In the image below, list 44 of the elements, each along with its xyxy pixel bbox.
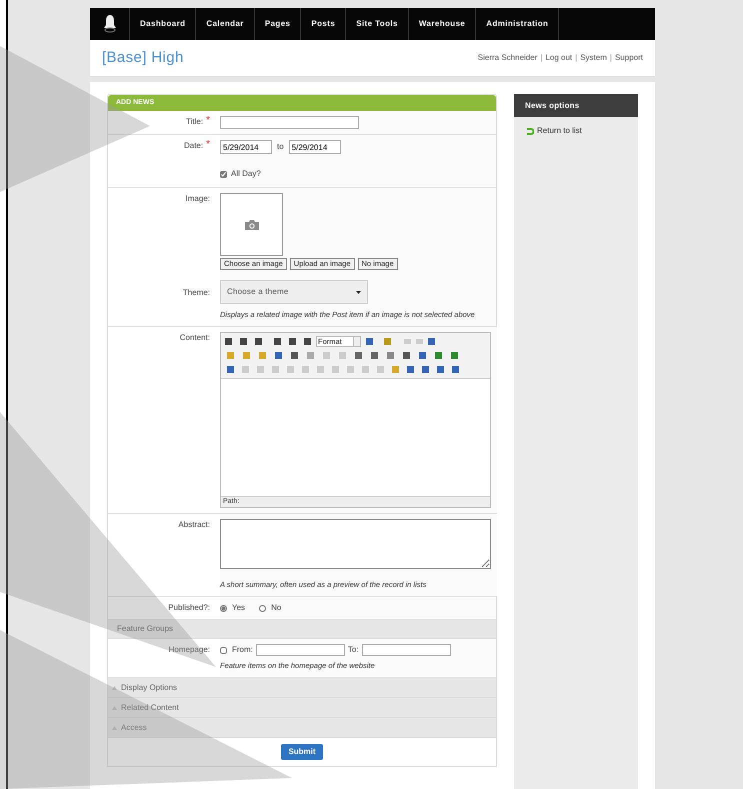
sidebar-title: News options	[514, 94, 638, 117]
submit-button[interactable]: Submit	[281, 744, 323, 760]
radio-button[interactable]	[259, 604, 266, 612]
field-label: Homepage:	[168, 644, 210, 656]
field-label: To:	[348, 644, 359, 656]
site-title: [Base] High	[102, 48, 184, 68]
header-link[interactable]: Log out	[545, 52, 572, 64]
radio-label: Yes	[232, 602, 246, 614]
date-field[interactable]: 5/29/2014	[220, 140, 272, 154]
abstract-field[interactable]	[220, 519, 491, 569]
bell-icon[interactable]	[102, 14, 118, 34]
collapsible-section[interactable]: Related Content	[108, 698, 496, 718]
radio-label: No	[271, 602, 282, 614]
header-link[interactable]: Support	[614, 52, 643, 64]
separator: |	[540, 52, 542, 64]
section-header: Feature Groups	[108, 620, 496, 639]
required-mark: *	[206, 116, 210, 126]
caret-icon	[356, 290, 361, 294]
field-label: Content:	[180, 332, 210, 344]
field-label: Title:	[186, 116, 204, 128]
header-link[interactable]: Sierra Schneider	[478, 52, 538, 64]
to-field[interactable]	[362, 644, 451, 656]
theme-dropdown[interactable]: Choose a theme	[220, 280, 368, 304]
radio-button[interactable]	[220, 604, 227, 612]
separator: |	[575, 52, 578, 64]
field-label: From:	[232, 644, 253, 656]
date-field[interactable]: 5/29/2014	[288, 140, 341, 154]
field-label: Date:	[184, 140, 204, 152]
field-label: Theme:	[182, 287, 210, 299]
all-day-checkbox[interactable]	[220, 170, 227, 178]
required-mark: *	[206, 140, 210, 150]
homepage-checkbox[interactable]	[220, 646, 227, 654]
from-field[interactable]	[256, 644, 345, 656]
date-separator: to	[277, 141, 284, 153]
field-label: Published?:	[168, 602, 210, 614]
field-label: Image:	[186, 193, 210, 205]
title-field[interactable]	[220, 116, 359, 129]
camera-icon	[244, 218, 260, 230]
header-link[interactable]: System	[580, 52, 607, 64]
field-label: Abstract:	[178, 519, 210, 531]
collapsible-section[interactable]: Display Options	[108, 678, 496, 698]
separator: |	[610, 52, 612, 64]
checkbox-label: All Day?	[231, 168, 261, 180]
return-link[interactable]: Return to list	[537, 125, 582, 137]
